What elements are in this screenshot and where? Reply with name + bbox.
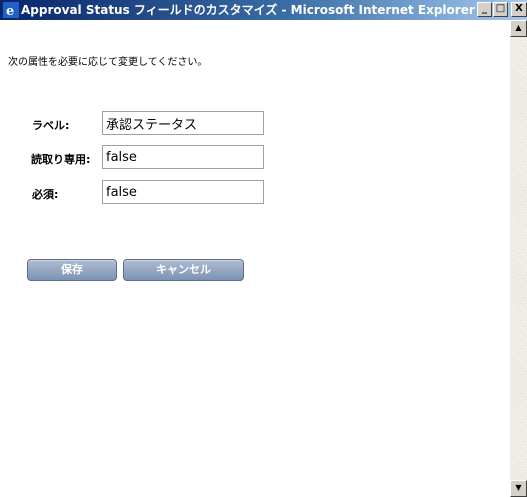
label-input[interactable]	[102, 111, 264, 135]
page-content: 次の属性を必要に応じて変更してください。 ラベル: 読取り専用: 必須: 保存 …	[0, 20, 510, 497]
required-field-label: 必須:	[32, 188, 59, 201]
browser-window: e Approval Status フィールドのカスタマイズ - Microso…	[0, 0, 527, 497]
maximize-button[interactable]: □	[493, 2, 508, 17]
label-field-label: ラベル:	[32, 119, 70, 132]
cancel-button[interactable]: キャンセル	[123, 259, 244, 281]
svg-text:e: e	[6, 4, 14, 18]
scroll-down-icon[interactable]: ▼	[510, 480, 527, 497]
close-button[interactable]: X	[511, 2, 527, 17]
save-button[interactable]: 保存	[27, 259, 117, 281]
minimize-button[interactable]: _	[477, 2, 492, 17]
required-input[interactable]	[102, 180, 264, 204]
title-bar[interactable]: e Approval Status フィールドのカスタマイズ - Microso…	[0, 0, 527, 20]
vertical-scrollbar[interactable]: ▲ ▼	[510, 20, 527, 497]
instruction-text: 次の属性を必要に応じて変更してください。	[8, 57, 208, 68]
readonly-field-label: 読取り専用:	[31, 153, 91, 166]
window-title: Approval Status フィールドのカスタマイズ - Microsoft…	[21, 3, 475, 17]
ie-icon: e	[3, 2, 19, 18]
readonly-input[interactable]	[102, 145, 264, 169]
scroll-up-icon[interactable]: ▲	[510, 20, 527, 37]
